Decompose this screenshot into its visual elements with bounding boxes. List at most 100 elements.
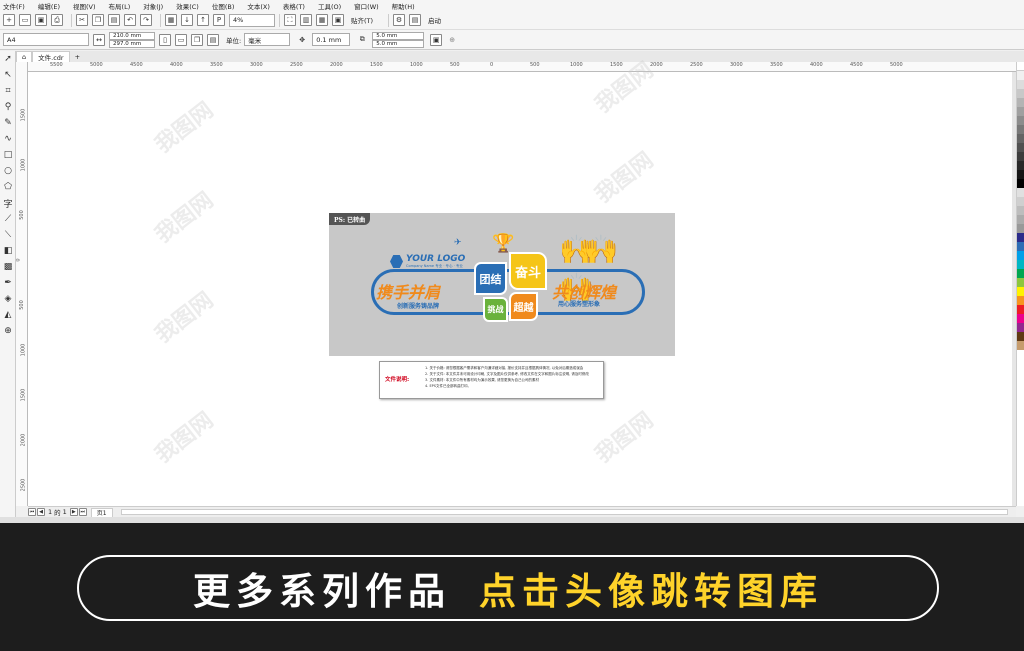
current-page-icon[interactable]: ▤ [207,33,219,46]
paste-icon[interactable]: ▤ [108,14,120,26]
import-icon[interactable]: ↓ [181,14,193,26]
promo-pill[interactable]: 更多系列作品 点击头像跳转图库 [77,555,939,621]
swatch[interactable] [1017,188,1024,197]
add-tool-icon[interactable]: ⊕ [0,323,16,339]
swatch[interactable] [1017,305,1024,314]
swatch[interactable] [1017,314,1024,323]
undo-icon[interactable]: ↶ [124,14,136,26]
swatch[interactable] [1017,332,1024,341]
swatch[interactable] [1017,269,1024,278]
dup-y-field[interactable]: 5.0 mm [372,39,425,48]
tab-welcome-home[interactable]: ⌂ [16,51,33,62]
first-page-icon[interactable]: ⏮ [28,508,36,516]
transparency-icon[interactable]: ▩ [0,259,16,275]
eyedropper-icon[interactable]: ✒ [0,275,16,291]
options-gear-icon[interactable]: ⚙ [393,14,405,26]
swatch[interactable] [1017,161,1024,170]
design-artwork[interactable]: PS: 已转曲 ✈ 🏆 🙌🙌🙌 YOUR LOGO Company Name 专… [329,213,675,356]
menu-table[interactable]: 表格(T) [283,1,305,11]
page-width-field[interactable]: 210.0 mm [109,31,155,40]
launch-icon[interactable]: ▤ [409,14,421,26]
swatch[interactable] [1017,152,1024,161]
swatch[interactable] [1017,125,1024,134]
vertical-ruler[interactable]: 1500 1000 500 0 500 1000 1500 2000 2500 [16,62,28,506]
copy-icon[interactable]: ❐ [92,14,104,26]
open-file-icon[interactable]: ▭ [19,14,31,26]
treat-as-filled-icon[interactable]: ▣ [430,33,443,46]
swatch[interactable] [1017,341,1024,350]
swatch[interactable] [1017,197,1024,206]
drop-shadow-icon[interactable]: ◧ [0,243,16,259]
save-icon[interactable]: ▣ [35,14,47,26]
horizontal-scrollbar[interactable] [120,509,1008,515]
swatch[interactable] [1017,215,1024,224]
menu-effects[interactable]: 效果(C) [176,1,199,11]
ellipse-tool-icon[interactable]: ○ [0,163,16,179]
swatch[interactable] [1017,233,1024,242]
swatch[interactable] [1017,143,1024,152]
swatch[interactable] [1017,71,1024,80]
swatch[interactable] [1017,170,1024,179]
swatch[interactable] [1017,323,1024,332]
print-icon[interactable]: ⎙ [51,14,63,26]
swatch[interactable] [1017,278,1024,287]
swatch[interactable] [1017,287,1024,296]
next-page-icon[interactable]: ▶ [69,508,78,516]
prev-page-icon[interactable]: ◀ [37,508,45,516]
artistic-media-icon[interactable]: ∿ [0,131,16,147]
nudge-distance-field[interactable]: 0.1 mm [312,33,351,46]
last-page-icon[interactable]: ⏭ [78,508,87,516]
full-screen-icon[interactable]: ⛶ [284,14,296,26]
menu-window[interactable]: 窗口(W) [354,1,379,11]
swatch[interactable] [1017,80,1024,89]
text-tool-icon[interactable]: 字 [0,195,16,211]
dup-x-field[interactable]: 5.0 mm [372,31,425,40]
menu-object[interactable]: 对象(J) [143,1,163,11]
zoom-tool-icon[interactable]: ⚲ [0,99,16,115]
swatch[interactable] [1017,89,1024,98]
search-content-icon[interactable]: ▦ [165,14,177,26]
tab-document[interactable]: 文件.cdr [32,51,70,62]
cut-icon[interactable]: ✂ [76,14,88,26]
export-icon[interactable]: ↑ [197,14,209,26]
page-height-field[interactable]: 297.0 mm [109,39,155,48]
shape-tool-icon[interactable]: ↖ [0,67,16,83]
new-file-icon[interactable]: + [3,14,15,26]
crop-tool-icon[interactable]: ⌗ [0,83,16,99]
swatch[interactable] [1017,98,1024,107]
grid-icon[interactable]: ▦ [316,14,328,26]
menu-tools[interactable]: 工具(O) [318,1,341,11]
swatch[interactable] [1017,224,1024,233]
menu-view[interactable]: 视图(V) [73,1,96,11]
page-tab[interactable]: 页1 [90,507,113,517]
menu-file[interactable]: 文件(F) [3,1,25,11]
zoom-level-select[interactable]: 4% [229,13,275,27]
guidelines-icon[interactable]: ▣ [332,14,344,26]
snap-to-dropdown[interactable]: 贴齐(T) [348,14,384,27]
publish-pdf-icon[interactable]: P [213,14,225,26]
portrait-icon[interactable]: ▯ [159,33,171,46]
new-tab-button[interactable]: + [70,51,85,62]
swatch[interactable] [1017,242,1024,251]
swatch[interactable] [1017,134,1024,143]
swatch[interactable] [1017,251,1024,260]
menu-text[interactable]: 文本(X) [247,1,270,11]
swatch[interactable] [1017,116,1024,125]
menu-edit[interactable]: 编辑(E) [38,1,60,11]
polygon-tool-icon[interactable]: ⬠ [0,179,16,195]
redo-icon[interactable]: ↷ [140,14,152,26]
rectangle-tool-icon[interactable]: □ [0,147,16,163]
swatch[interactable] [1017,206,1024,215]
horizontal-ruler[interactable]: 5500 5000 4500 4000 3500 3000 2500 2000 … [28,62,1016,72]
smart-fill-icon[interactable]: ◭ [0,307,16,323]
pick-tool-icon[interactable]: ➚ [0,51,16,67]
swatch[interactable] [1017,296,1024,305]
page-size-select[interactable]: A4 [3,33,89,46]
landscape-icon[interactable]: ▭ [175,33,187,46]
swatch[interactable] [1017,107,1024,116]
connector-tool-icon[interactable]: ⟍ [0,227,16,243]
interactive-fill-icon[interactable]: ◈ [0,291,16,307]
swatch[interactable] [1017,179,1024,188]
add-page-icon[interactable]: ⊕ [446,34,458,46]
parallel-dimension-icon[interactable]: ⟋ [0,211,16,227]
